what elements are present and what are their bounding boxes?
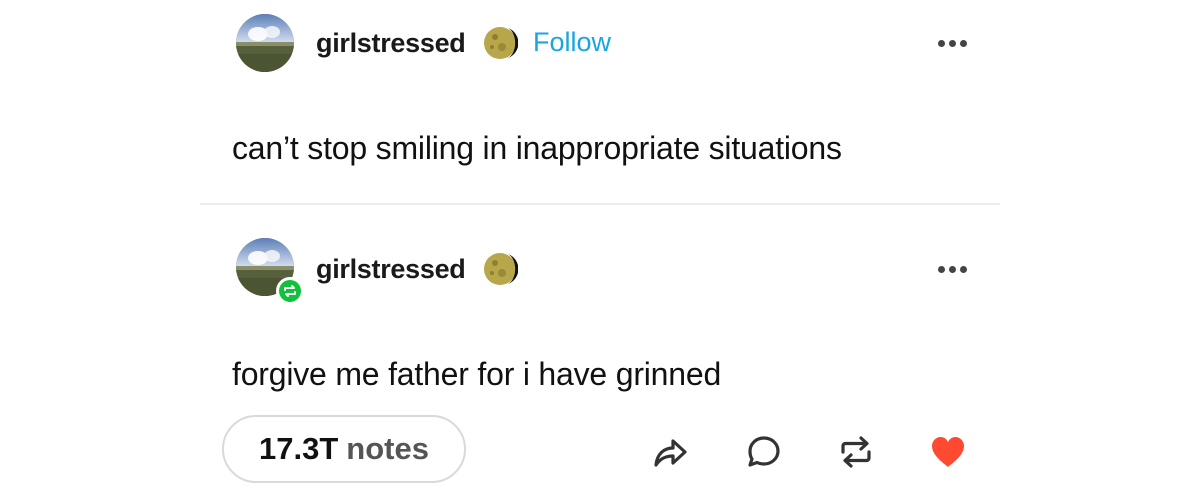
post-body-text: can’t stop smiling in inappropriate situ…	[232, 130, 842, 166]
more-options-icon[interactable]	[938, 40, 967, 47]
share-icon[interactable]	[650, 432, 690, 472]
post-username[interactable]: girlstressed	[316, 254, 466, 285]
globe-avatar-icon[interactable]	[236, 14, 294, 72]
dot	[960, 266, 967, 273]
reblog-badge-icon	[276, 277, 304, 305]
notes-count: 17.3T	[259, 431, 339, 466]
dot	[949, 266, 956, 273]
moon-icon	[482, 251, 519, 287]
dot	[960, 40, 967, 47]
more-options-icon[interactable]	[938, 266, 967, 273]
reblog-icon[interactable]	[836, 432, 876, 472]
notes-button[interactable]: 17.3T notes	[222, 415, 466, 483]
follow-button[interactable]: Follow	[533, 27, 611, 58]
post-username[interactable]: girlstressed	[316, 28, 466, 59]
reblog-post: girlstressed forgive me father for i hav…	[200, 206, 1000, 491]
dot	[938, 266, 945, 273]
moon-icon	[482, 25, 519, 61]
dot	[938, 40, 945, 47]
notes-label: notes	[346, 431, 429, 466]
post-divider	[200, 203, 1000, 205]
reply-icon[interactable]	[744, 432, 784, 472]
post-body-text: forgive me father for i have grinned	[232, 356, 722, 392]
like-icon[interactable]	[928, 432, 968, 472]
dot	[949, 40, 956, 47]
original-post: girlstressed Follow can’t stop smiling i…	[200, 0, 1000, 204]
